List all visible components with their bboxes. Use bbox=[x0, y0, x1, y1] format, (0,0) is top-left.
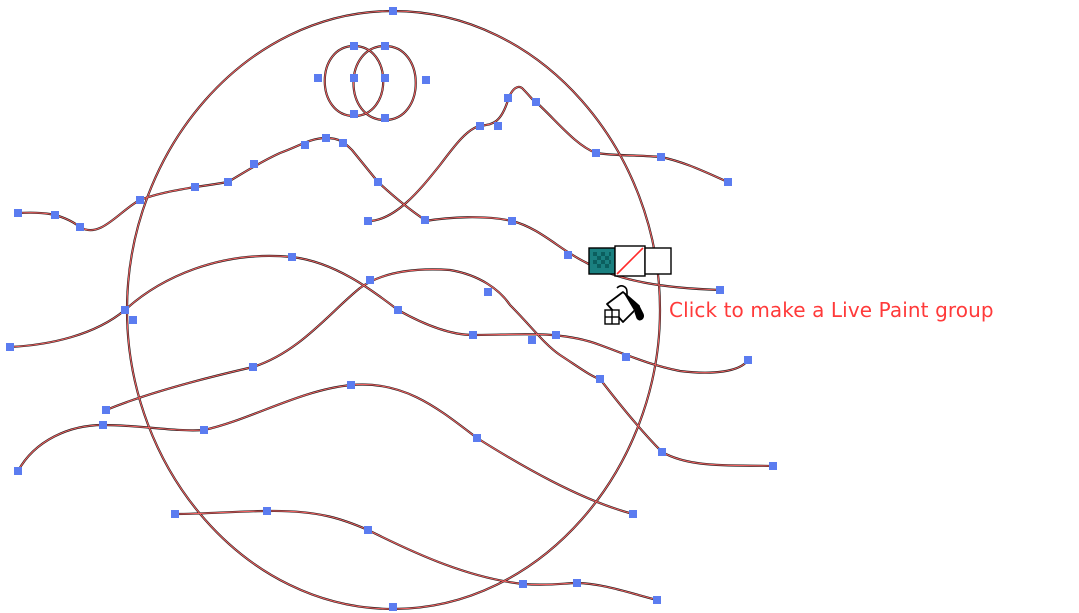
horizon-path[interactable] bbox=[424, 216, 721, 291]
anchor-point[interactable] bbox=[102, 406, 110, 414]
anchor-point[interactable] bbox=[504, 94, 512, 102]
anchor-point[interactable] bbox=[191, 183, 199, 191]
anchor-point[interactable] bbox=[200, 426, 208, 434]
anchor-point[interactable] bbox=[769, 462, 777, 470]
live-paint-bucket-icon bbox=[604, 285, 644, 325]
anchor-point[interactable] bbox=[51, 211, 59, 219]
anchor-point[interactable] bbox=[288, 253, 296, 261]
empty-swatch-white bbox=[644, 247, 672, 275]
anchor-point[interactable] bbox=[350, 110, 358, 118]
circle-path-outline bbox=[125, 9, 662, 611]
anchor-point[interactable] bbox=[724, 178, 732, 186]
anchor-point[interactable] bbox=[469, 331, 477, 339]
anchor-point[interactable] bbox=[366, 276, 374, 284]
anchor-point[interactable] bbox=[374, 178, 382, 186]
anchor-point[interactable] bbox=[136, 196, 144, 204]
anchor-point[interactable] bbox=[389, 603, 397, 611]
anchor-point[interactable] bbox=[658, 448, 666, 456]
anchor-point[interactable] bbox=[494, 122, 502, 130]
anchor-point[interactable] bbox=[347, 381, 355, 389]
anchor-point[interactable] bbox=[381, 114, 389, 122]
anchor-point[interactable] bbox=[171, 510, 179, 518]
anchor-point[interactable] bbox=[476, 122, 484, 130]
anchor-point[interactable] bbox=[744, 356, 752, 364]
anchor-point[interactable] bbox=[716, 286, 724, 294]
anchor-points bbox=[6, 7, 777, 611]
anchor-point[interactable] bbox=[263, 507, 271, 515]
anchor-point[interactable] bbox=[653, 596, 661, 604]
anchor-point[interactable] bbox=[532, 98, 540, 106]
anchor-point[interactable] bbox=[519, 580, 527, 588]
anchor-point[interactable] bbox=[389, 7, 397, 15]
anchor-point[interactable] bbox=[99, 421, 107, 429]
wave-path-4[interactable] bbox=[174, 510, 658, 601]
anchor-point[interactable] bbox=[573, 579, 581, 587]
anchor-point[interactable] bbox=[224, 178, 232, 186]
anchor-point[interactable] bbox=[596, 375, 604, 383]
anchor-point[interactable] bbox=[508, 217, 516, 225]
mountain-left-path-outline bbox=[16, 136, 427, 232]
anchor-point[interactable] bbox=[364, 217, 372, 225]
anchor-point[interactable] bbox=[121, 306, 129, 314]
anchor-point[interactable] bbox=[249, 363, 257, 371]
wave-path-4-outline bbox=[173, 509, 659, 602]
anchor-point[interactable] bbox=[592, 149, 600, 157]
wave-path-3[interactable] bbox=[17, 383, 634, 515]
mountain-right-path[interactable] bbox=[367, 86, 729, 222]
anchor-point[interactable] bbox=[381, 42, 389, 50]
anchor-point[interactable] bbox=[381, 74, 389, 82]
wave-path-3-outline bbox=[16, 383, 635, 516]
anchor-point[interactable] bbox=[76, 223, 84, 231]
anchor-point[interactable] bbox=[657, 153, 665, 161]
anchor-point[interactable] bbox=[301, 141, 309, 149]
anchor-point[interactable] bbox=[629, 510, 637, 518]
anchor-point[interactable] bbox=[350, 74, 358, 82]
anchor-point[interactable] bbox=[14, 467, 22, 475]
anchor-point[interactable] bbox=[473, 434, 481, 442]
anchor-point[interactable] bbox=[564, 251, 572, 259]
anchor-point[interactable] bbox=[422, 76, 430, 84]
anchor-point[interactable] bbox=[6, 343, 14, 351]
anchor-point[interactable] bbox=[339, 139, 347, 147]
mountain-right-path-outline bbox=[366, 85, 730, 223]
anchor-point[interactable] bbox=[14, 209, 22, 217]
anchor-point[interactable] bbox=[528, 336, 536, 344]
horizon-path-outline bbox=[423, 216, 722, 292]
anchor-point[interactable] bbox=[552, 331, 560, 339]
anchor-point[interactable] bbox=[421, 216, 429, 224]
anchor-point[interactable] bbox=[394, 306, 402, 314]
anchor-point[interactable] bbox=[322, 134, 330, 142]
anchor-point[interactable] bbox=[129, 316, 137, 324]
anchor-point[interactable] bbox=[350, 42, 358, 50]
anchor-point[interactable] bbox=[364, 526, 372, 534]
anchor-point[interactable] bbox=[622, 353, 630, 361]
circle-path[interactable] bbox=[126, 10, 661, 610]
sun-ellipse-right-outline bbox=[352, 44, 417, 122]
anchor-point[interactable] bbox=[314, 74, 322, 82]
live-paint-tooltip: Click to make a Live Paint group bbox=[669, 298, 994, 322]
anchor-point[interactable] bbox=[484, 288, 492, 296]
anchor-point[interactable] bbox=[250, 160, 258, 168]
